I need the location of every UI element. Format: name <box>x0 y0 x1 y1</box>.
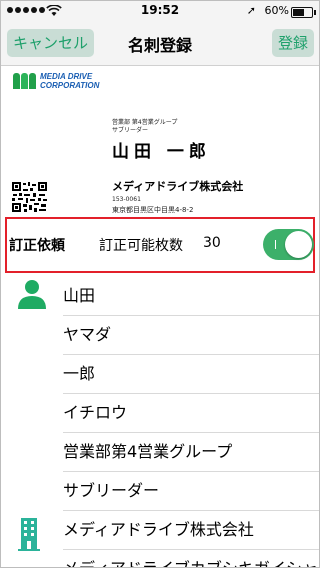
logo-line-2: CORPORATION <box>40 81 100 90</box>
business-card-image[interactable]: MEDIA DRIVE CORPORATION 営業部 第4営業グループ サブリ… <box>1 66 319 216</box>
battery-level <box>293 9 304 16</box>
correction-toggle[interactable] <box>263 229 314 260</box>
company-kana-field[interactable]: メディアドライブカブシキガイシャ <box>63 550 319 567</box>
job-title-field[interactable]: サブリーダー <box>63 472 319 511</box>
last-name-field[interactable]: 山田 <box>63 277 319 316</box>
card-postal-code: 153-0061 <box>112 196 141 203</box>
navigation-bar: キャンセル 名刺登録 登録 <box>1 21 319 66</box>
qr-code-icon <box>11 181 48 213</box>
first-name-field[interactable]: 一郎 <box>63 355 319 394</box>
status-bar: 19:52 ➚ 60% <box>1 1 319 21</box>
correction-available-count: 30 <box>203 235 221 251</box>
card-dept-line-1: 営業部 第4営業グループ <box>112 119 178 126</box>
card-company-name: メディアドライブ株式会社 <box>112 180 244 193</box>
card-dept-line-2: サブリーダー <box>112 127 149 134</box>
correction-available-label: 訂正可能枚数 <box>99 238 183 254</box>
card-person-name: 山田 一郎 <box>112 142 211 162</box>
card-address: 東京都目黒区中目黒4-8-2 <box>112 206 194 214</box>
company-name-field[interactable]: メディアドライブ株式会社 <box>63 511 319 550</box>
register-button[interactable]: 登録 <box>271 29 314 57</box>
building-icon <box>18 518 40 551</box>
correction-request-row: 訂正依頼 訂正可能枚数 30 <box>1 215 319 273</box>
logo-mark-icon <box>13 73 37 89</box>
last-name-kana-field[interactable]: ヤマダ <box>63 316 319 355</box>
battery-percent: 60% <box>264 4 289 17</box>
department-field[interactable]: 営業部第4営業グループ <box>63 433 319 472</box>
card-department: 営業部 第4営業グループ サブリーダー <box>112 119 177 135</box>
correction-request-label: 訂正依頼 <box>9 238 65 254</box>
person-icon <box>18 280 46 309</box>
screen: 19:52 ➚ 60% キャンセル 名刺登録 登録 MEDIA DRIVE CO… <box>0 0 320 568</box>
company-logo: MEDIA DRIVE CORPORATION <box>13 72 99 90</box>
location-icon: ➚ <box>246 4 256 17</box>
logo-line-1: MEDIA DRIVE <box>40 72 93 81</box>
battery-icon <box>291 7 316 18</box>
first-name-kana-field[interactable]: イチロウ <box>63 394 319 433</box>
toggle-knob <box>285 231 312 258</box>
